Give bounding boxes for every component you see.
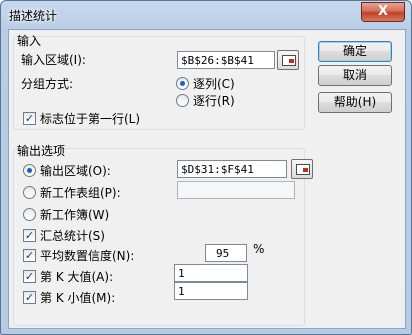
output-range-radio[interactable] — [23, 164, 36, 177]
group-by-rows-radio[interactable] — [176, 94, 189, 107]
new-worksheet-field[interactable] — [177, 181, 295, 199]
new-workbook-radio[interactable] — [23, 208, 36, 221]
group-by-columns-label[interactable]: 逐列(C) — [193, 75, 235, 92]
confidence-field[interactable]: 95 — [205, 244, 247, 262]
output-range-collapse-button[interactable] — [291, 159, 313, 179]
ok-button[interactable]: 确定 — [318, 41, 392, 62]
output-range-field[interactable]: $D$31:$F$41 — [177, 160, 287, 178]
dialog-body: 输入 输入区域(I): $B$26:$B$41 分组方式: 逐列(C) 逐行(R… — [8, 29, 406, 329]
range-select-icon — [282, 55, 296, 66]
input-range-collapse-button[interactable] — [277, 50, 299, 70]
kth-smallest-label[interactable]: 第 K 小值(M): — [40, 289, 115, 306]
kth-smallest-checkbox[interactable]: ✓ — [23, 291, 36, 304]
close-button[interactable]: X — [361, 2, 405, 22]
range-select-icon — [296, 164, 310, 175]
new-workbook-label[interactable]: 新工作簿(W) — [40, 206, 109, 223]
window-title: 描述统计 — [9, 9, 58, 23]
confidence-checkbox[interactable]: ✓ — [23, 249, 36, 262]
kth-largest-checkbox[interactable]: ✓ — [23, 270, 36, 283]
kth-largest-label[interactable]: 第 K 大值(A): — [40, 268, 113, 285]
input-range-field[interactable]: $B$26:$B$41 — [177, 51, 275, 69]
kth-largest-field[interactable]: 1 — [174, 264, 248, 282]
confidence-unit: % — [253, 242, 265, 256]
new-worksheet-radio[interactable] — [23, 186, 36, 199]
summary-stats-checkbox[interactable]: ✓ — [23, 229, 36, 242]
input-range-label: 输入区域(I): — [21, 53, 86, 67]
input-section-header: 输入 — [17, 34, 42, 48]
labels-first-row-label[interactable]: 标志位于第一行(L) — [40, 110, 140, 127]
labels-first-row-checkbox[interactable]: ✓ — [23, 112, 36, 125]
summary-stats-label[interactable]: 汇总统计(S) — [40, 227, 105, 244]
cancel-button[interactable]: 取消 — [318, 65, 392, 86]
group-by-rows-label[interactable]: 逐行(R) — [193, 92, 235, 109]
help-button[interactable]: 帮助(H) — [318, 92, 392, 113]
new-worksheet-label[interactable]: 新工作表组(P): — [40, 184, 121, 201]
output-section-header: 输出选项 — [17, 144, 66, 158]
dialog-window: 描述统计 X 输入 输入区域(I): $B$26:$B$41 分组方式: 逐列(… — [0, 0, 412, 335]
output-range-label[interactable]: 输出区域(O): — [40, 162, 111, 179]
kth-smallest-field[interactable]: 1 — [174, 282, 248, 300]
group-by-columns-radio[interactable] — [176, 77, 189, 90]
confidence-label[interactable]: 平均数置信度(N): — [40, 247, 134, 264]
group-by-label: 分组方式: — [21, 77, 74, 91]
